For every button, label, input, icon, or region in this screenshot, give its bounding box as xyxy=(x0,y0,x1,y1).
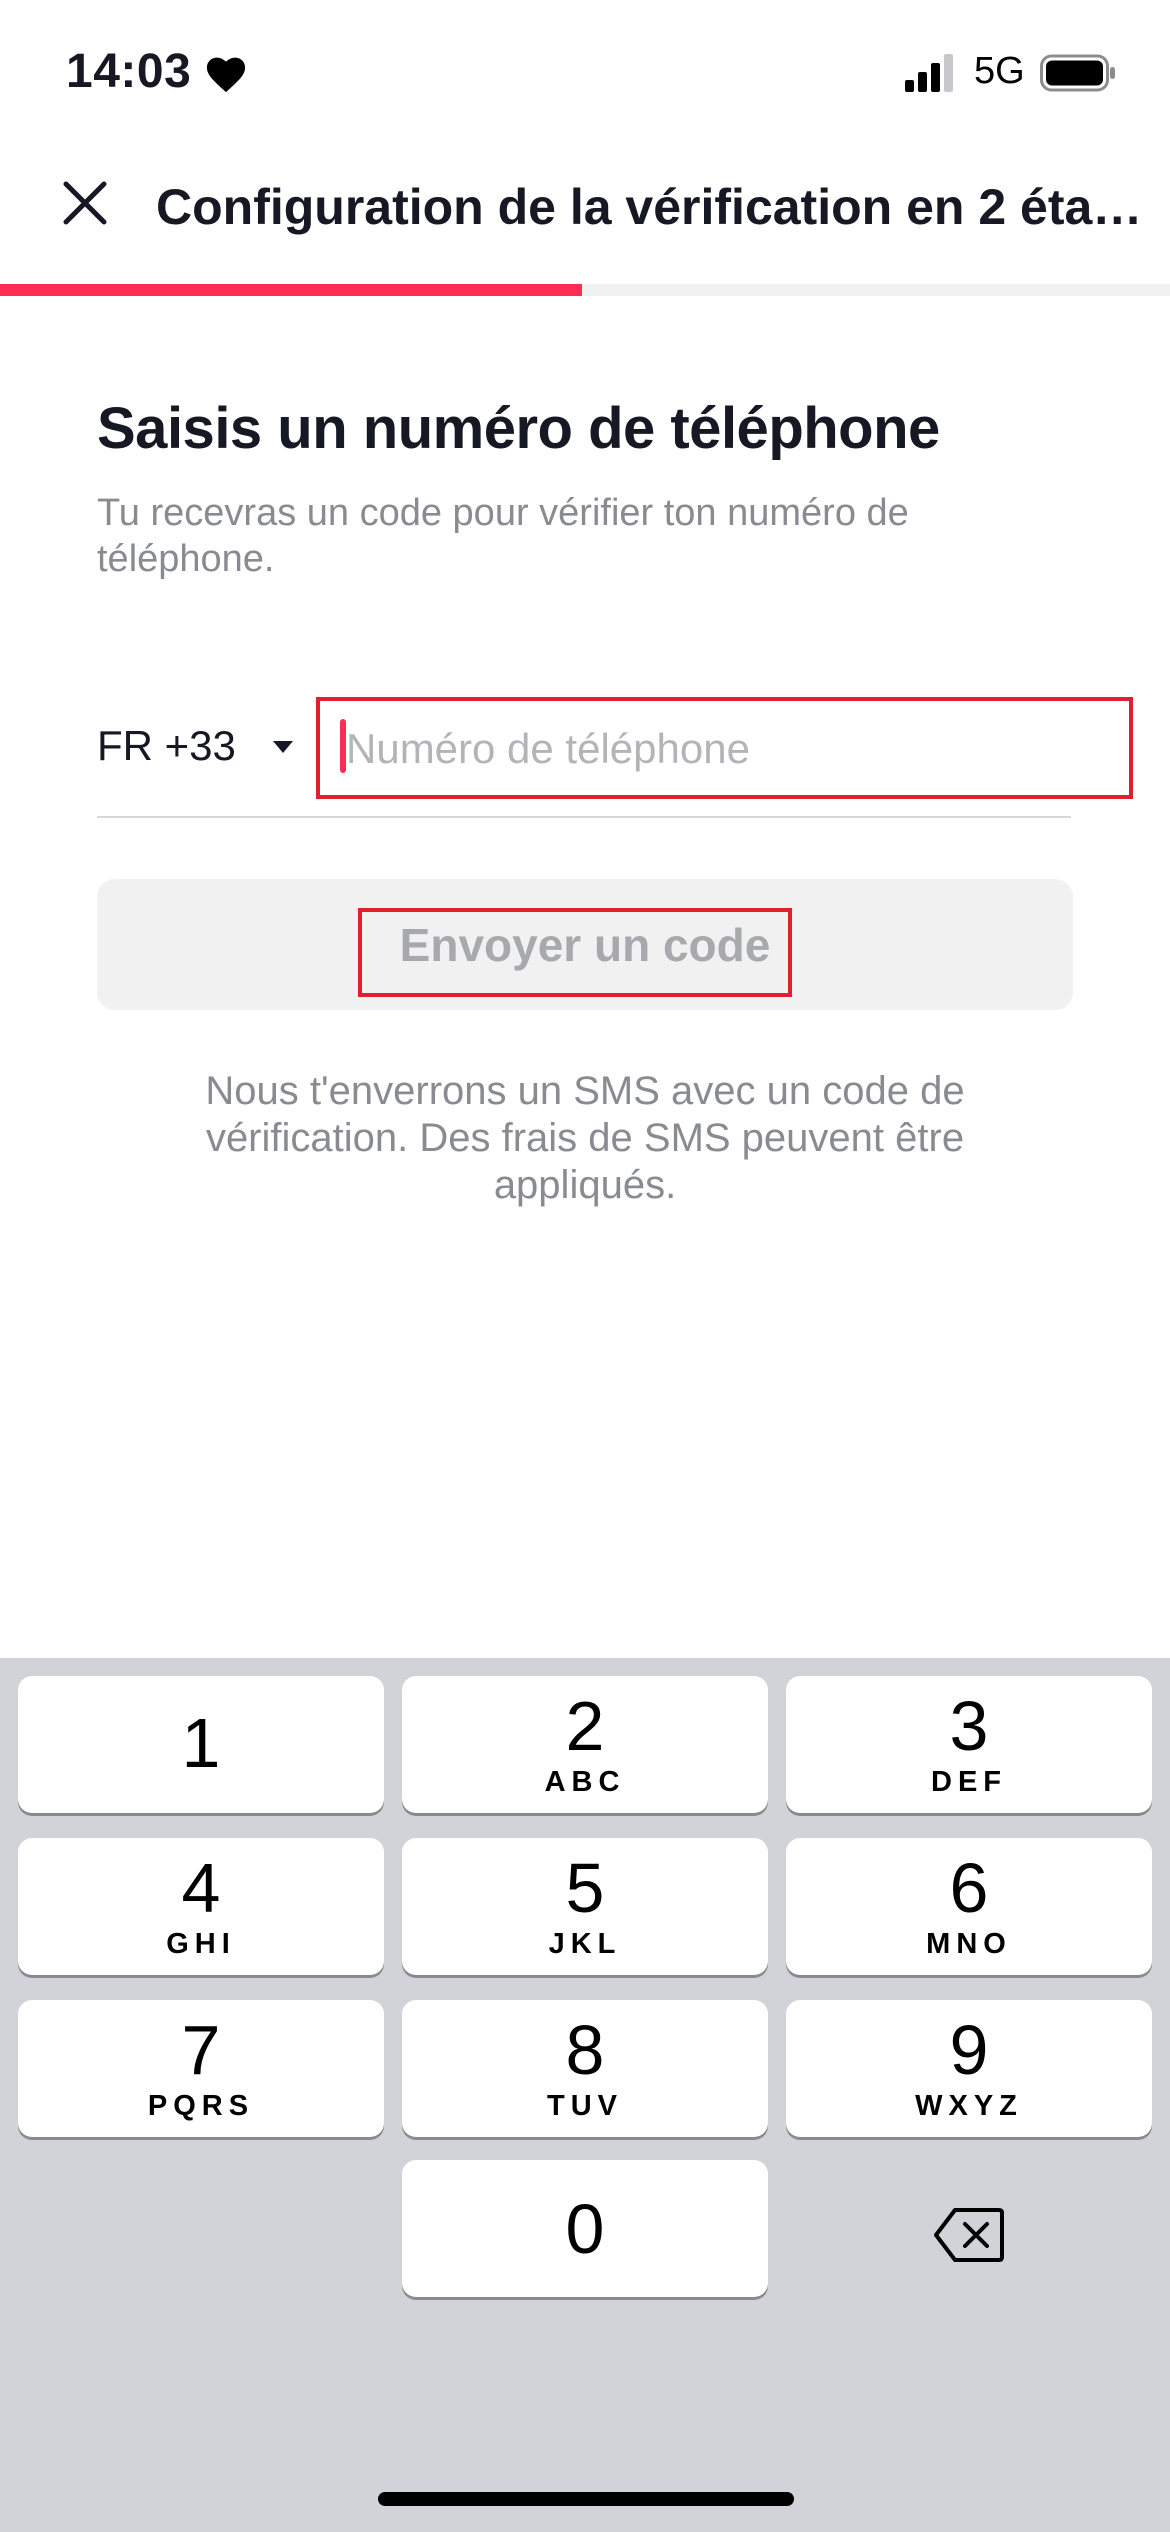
text-cursor xyxy=(340,719,346,773)
key-letters: PQRS xyxy=(147,2090,255,2122)
key-digit: 7 xyxy=(181,2011,221,2089)
key-6[interactable]: 6 MNO xyxy=(786,1838,1152,1975)
key-0[interactable]: 0 xyxy=(402,2160,768,2297)
key-letters: DEF xyxy=(931,1766,1007,1798)
key-digit: 2 xyxy=(565,1687,605,1765)
signal-icon xyxy=(905,54,953,92)
network-type: 5G xyxy=(974,50,1025,92)
phone-number-input[interactable] xyxy=(320,714,1136,784)
sms-info-text: Nous t'enverrons un SMS avec un code de … xyxy=(205,1069,965,1207)
send-code-button[interactable]: Envoyer un code xyxy=(97,879,1073,1010)
key-4[interactable]: 4 GHI xyxy=(18,1838,384,1975)
key-digit: 4 xyxy=(181,1849,221,1927)
key-letters: WXYZ xyxy=(915,2090,1023,2122)
key-digit: 0 xyxy=(565,2189,605,2268)
key-3[interactable]: 3 DEF xyxy=(786,1676,1152,1813)
key-letters: GHI xyxy=(166,1928,236,1960)
key-digit: 1 xyxy=(181,1703,221,1782)
heart-icon xyxy=(206,57,246,93)
key-letters: ABC xyxy=(544,1766,626,1798)
key-letters: JKL xyxy=(548,1928,622,1960)
backspace-icon xyxy=(934,2207,1004,2262)
key-7[interactable]: 7 PQRS xyxy=(18,2000,384,2137)
status-time: 14:03 xyxy=(66,45,192,98)
home-indicator xyxy=(378,2492,794,2506)
key-2[interactable]: 2 ABC xyxy=(402,1676,768,1813)
key-digit: 6 xyxy=(949,1849,989,1927)
country-code-selector[interactable]: FR +33 xyxy=(97,722,236,770)
close-button[interactable] xyxy=(50,168,120,238)
section-subtext: Tu recevras un code pour vérifier ton nu… xyxy=(97,492,909,580)
key-letters: MNO xyxy=(926,1928,1012,1960)
input-underline xyxy=(97,816,1071,818)
key-1[interactable]: 1 xyxy=(18,1676,384,1813)
key-digit: 3 xyxy=(949,1687,989,1765)
key-8[interactable]: 8 TUV xyxy=(402,2000,768,2137)
battery-icon xyxy=(1040,54,1115,92)
close-icon xyxy=(63,181,107,225)
key-digit: 8 xyxy=(565,2011,605,2089)
key-9[interactable]: 9 WXYZ xyxy=(786,2000,1152,2137)
send-code-label: Envoyer un code xyxy=(399,918,771,971)
section-heading: Saisis un numéro de téléphone xyxy=(97,396,940,461)
backspace-key[interactable] xyxy=(786,2166,1152,2303)
key-digit: 9 xyxy=(949,2011,989,2089)
key-5[interactable]: 5 JKL xyxy=(402,1838,768,1975)
key-digit: 5 xyxy=(565,1849,605,1927)
progress-fill xyxy=(0,284,582,296)
page-title: Configuration de la vérification en 2 ét… xyxy=(156,179,1150,235)
key-letters: TUV xyxy=(547,2090,623,2122)
dropdown-caret-icon[interactable] xyxy=(272,740,294,754)
